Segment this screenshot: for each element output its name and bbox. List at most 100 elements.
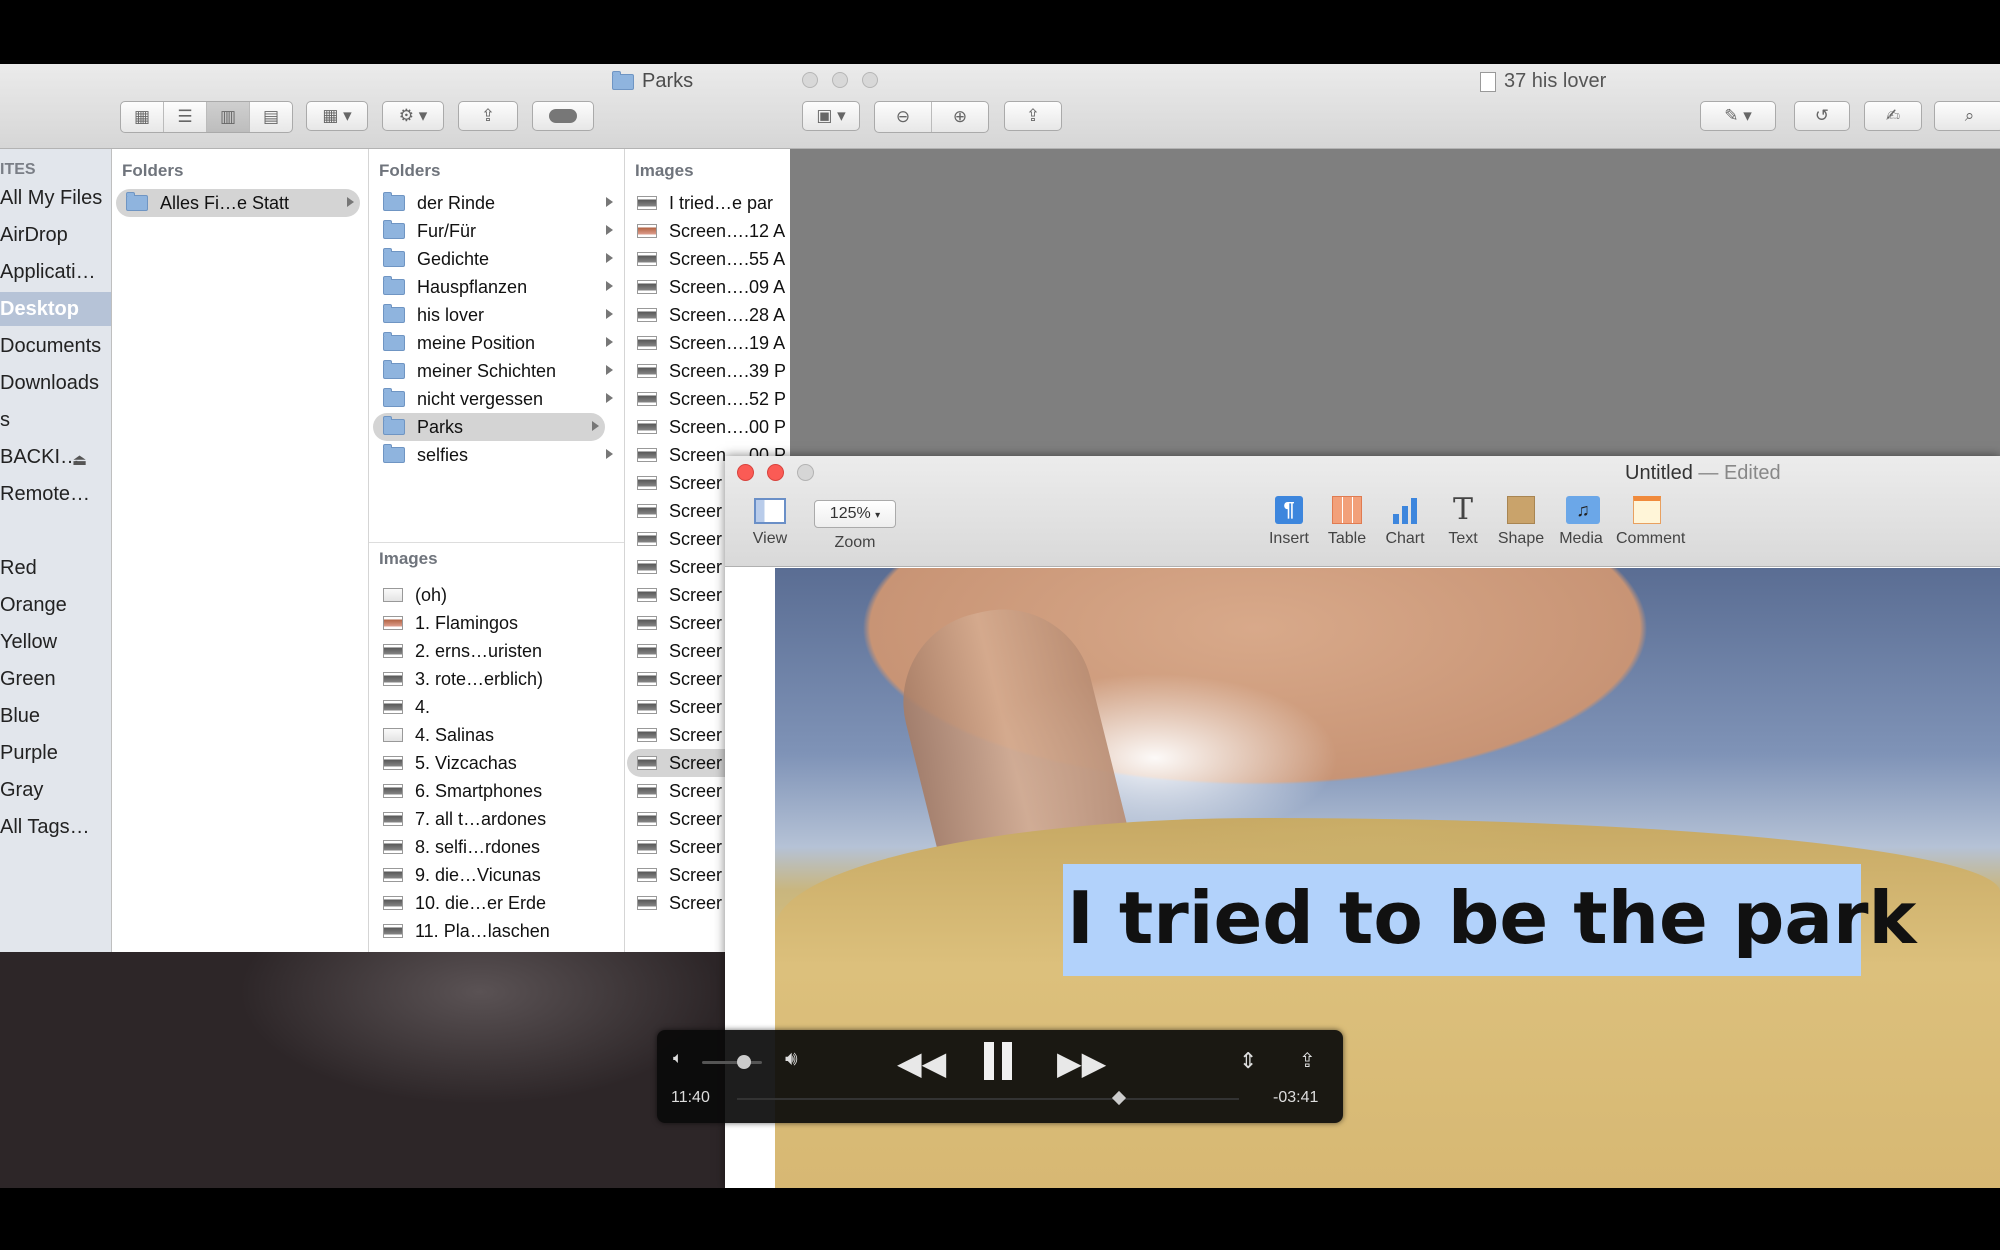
view-button[interactable]: View [739, 498, 801, 548]
sidebar-item[interactable]: Applicati… [0, 255, 111, 289]
image-row[interactable]: Screen….00 P [627, 413, 790, 441]
folder-row[interactable]: meine Position [373, 329, 619, 357]
image-row[interactable]: 6. Smartphones [373, 777, 619, 805]
image-row[interactable]: 5. Vizcachas [373, 749, 619, 777]
image-row[interactable]: Screen….19 A [627, 329, 790, 357]
toolbar-shape-button[interactable]: Shape [1490, 496, 1552, 548]
tags-button[interactable] [532, 101, 594, 131]
sidebar-item[interactable] [0, 514, 111, 548]
folder-row[interactable]: der Rinde [373, 189, 619, 217]
image-row[interactable]: 1. Flamingos [373, 609, 619, 637]
sidebar-item[interactable]: BACKI… [0, 440, 111, 474]
folder-row[interactable]: his lover [373, 301, 619, 329]
sidebar-item[interactable]: Desktop [0, 292, 111, 326]
image-row[interactable]: 8. selfi…rdones [373, 833, 619, 861]
share-button[interactable]: ⇪ [1004, 101, 1062, 131]
image-row[interactable]: 9. die…Vicunas [373, 861, 619, 889]
sidebar-item[interactable]: Red [0, 551, 111, 585]
folder-row[interactable]: selfies [373, 441, 619, 469]
volume-slider[interactable] [702, 1055, 762, 1069]
rotate-button[interactable]: ↺ [1794, 101, 1850, 131]
resize-button[interactable]: ⇕ [1239, 1048, 1257, 1074]
pause-button[interactable] [984, 1042, 1012, 1080]
icon-view-icon[interactable]: ▦ [121, 102, 164, 132]
zoom-control[interactable]: ⊖ ⊕ [874, 101, 989, 133]
fast-forward-button[interactable]: ▶▶ [1057, 1044, 1106, 1082]
playhead-icon[interactable] [1111, 1090, 1126, 1106]
folder-row[interactable]: Parks [373, 413, 605, 441]
close-icon[interactable] [802, 72, 818, 88]
view-mode-control[interactable]: ▦ ☰ ▥ ▤ [120, 101, 293, 133]
eject-icon[interactable]: ⏏ [72, 450, 87, 470]
image-row[interactable]: Screen….12 A [627, 217, 790, 245]
list-view-icon[interactable]: ☰ [164, 102, 207, 132]
sidebar-item[interactable]: Downloads [0, 366, 111, 400]
toolbar-chart-button[interactable]: Chart [1374, 496, 1436, 548]
sidebar-item[interactable]: All Tags… [0, 810, 111, 844]
image-row[interactable]: 11. Pla…laschen [373, 917, 619, 945]
toolbar-table-button[interactable]: Table [1316, 496, 1378, 548]
search-field[interactable]: ⌕ [1934, 101, 2000, 131]
sidebar-item[interactable]: Purple [0, 736, 111, 770]
image-row[interactable]: 3. rote…erblich) [373, 665, 619, 693]
zoom-out-icon[interactable]: ⊖ [875, 102, 932, 132]
sidebar-item[interactable]: Blue [0, 699, 111, 733]
toolbar-comment-button[interactable]: Comment [1616, 496, 1685, 548]
zoom-in-icon[interactable]: ⊕ [932, 102, 988, 132]
share-button[interactable]: ⇪ [1299, 1048, 1316, 1073]
volume-knob[interactable] [737, 1055, 751, 1069]
folder-row[interactable]: Gedichte [373, 245, 619, 273]
zoom-icon[interactable] [797, 464, 814, 481]
sidebar-item[interactable]: Documents [0, 329, 111, 363]
sidebar-item[interactable]: Remote… [0, 477, 111, 511]
selected-text-caption[interactable]: I tried to be the park [1063, 864, 1916, 976]
annotate-button[interactable]: ✎ ▾ [1700, 101, 1776, 131]
sidebar-item[interactable]: Orange [0, 588, 111, 622]
zoom-select[interactable]: 125% ▾ [814, 500, 896, 528]
toolbar-media-button[interactable]: ♫ Media [1550, 496, 1612, 548]
image-row[interactable]: 7. all t…ardones [373, 805, 619, 833]
zoom-icon[interactable] [862, 72, 878, 88]
coverflow-view-icon[interactable]: ▤ [250, 102, 292, 132]
image-row[interactable]: I tried…e par [627, 189, 790, 217]
image-row[interactable]: Screen….39 P [627, 357, 790, 385]
folder-row[interactable]: Fur/Für [373, 217, 619, 245]
sidebar-item[interactable]: Yellow [0, 625, 111, 659]
scrubber-track[interactable] [737, 1090, 1239, 1106]
close-icon[interactable] [737, 464, 754, 481]
sidebar-item[interactable]: s [0, 403, 111, 437]
action-button[interactable]: ⚙ ▾ [382, 101, 444, 131]
sidebar-item[interactable]: All My Files [0, 181, 111, 215]
zoom-menu[interactable]: 125% ▾ Zoom [805, 500, 905, 552]
sidebar-item[interactable]: Gray [0, 773, 111, 807]
image-row[interactable]: 4. Salinas [373, 721, 619, 749]
toolbar-text-button[interactable]: T Text [1432, 495, 1494, 548]
arrange-button[interactable]: ▦ ▾ [306, 101, 368, 131]
image-label: Screer [669, 809, 723, 829]
sidebar-toggle-button[interactable]: ▣ ▾ [802, 101, 860, 131]
sidebar-item[interactable]: AirDrop [0, 218, 111, 252]
folder-row[interactable]: nicht vergessen [373, 385, 619, 413]
image-row[interactable]: 2. erns…uristen [373, 637, 619, 665]
image-row[interactable]: Screen….28 A [627, 301, 790, 329]
rewind-button[interactable]: ◀◀ [897, 1044, 946, 1082]
toolbar-insert-button[interactable]: ¶ Insert [1258, 496, 1320, 548]
minimize-icon[interactable] [767, 464, 784, 481]
image-row[interactable]: 10. die…er Erde [373, 889, 619, 917]
list-item[interactable]: Alles Fi…e Statt [116, 189, 360, 217]
column-view-icon[interactable]: ▥ [207, 102, 250, 132]
image-row[interactable]: (oh) [373, 581, 619, 609]
image-row[interactable]: Screen….52 P [627, 385, 790, 413]
image-row[interactable]: Screen….55 A [627, 245, 790, 273]
image-row[interactable]: 4. [373, 693, 619, 721]
volume-low-icon[interactable]: 🔈︎ [673, 1050, 683, 1068]
edit-button[interactable]: ✍ [1864, 101, 1922, 131]
folder-row[interactable]: meiner Schichten [373, 357, 619, 385]
folder-row[interactable]: Hauspflanzen [373, 273, 619, 301]
image-row[interactable]: 12. [373, 945, 619, 952]
image-row[interactable]: Screen….09 A [627, 273, 790, 301]
volume-high-icon[interactable]: 🔊︎ [785, 1048, 798, 1071]
minimize-icon[interactable] [832, 72, 848, 88]
share-button[interactable]: ⇪ [458, 101, 518, 131]
sidebar-item[interactable]: Green [0, 662, 111, 696]
